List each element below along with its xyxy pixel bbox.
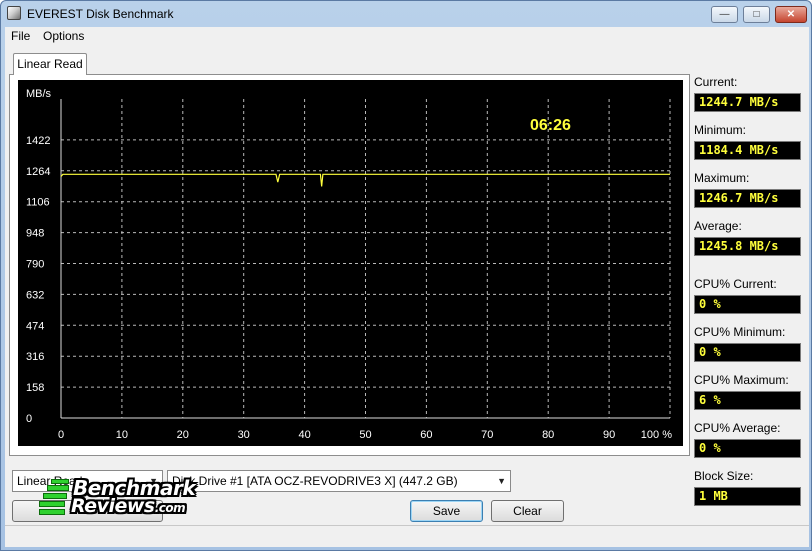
cpu-average-label: CPU% Average: bbox=[694, 421, 781, 435]
y-tick-label: 1264 bbox=[26, 166, 50, 178]
y-tick-label: 790 bbox=[26, 259, 44, 271]
cpu-minimum-label: CPU% Minimum: bbox=[694, 325, 786, 339]
save-button[interactable]: Save bbox=[410, 500, 483, 522]
chevron-down-icon: ▼ bbox=[497, 476, 506, 486]
average-label: Average: bbox=[694, 219, 742, 233]
minimum-label: Minimum: bbox=[694, 123, 747, 137]
client-area: File Options Linear Read MB/s 1422 1264 110… bbox=[5, 27, 809, 547]
y-tick-label: 948 bbox=[26, 228, 44, 240]
cpu-current-label: CPU% Current: bbox=[694, 277, 777, 291]
logo-text-dotcom: .com bbox=[154, 501, 186, 515]
minimize-button[interactable]: — bbox=[711, 6, 738, 23]
x-tick-label: 30 bbox=[238, 429, 250, 441]
y-tick-label: 632 bbox=[26, 289, 44, 301]
x-tick-label: 40 bbox=[298, 429, 310, 441]
logo-bars-icon bbox=[37, 479, 69, 517]
block-size-label: Block Size: bbox=[694, 469, 754, 483]
drive-select[interactable]: Disk Drive #1 [ATA OCZ-REVODRIVE3 X] (44… bbox=[167, 470, 511, 492]
menu-bar: File Options bbox=[5, 27, 809, 45]
tab-linear-read[interactable]: Linear Read bbox=[13, 53, 87, 75]
maximum-value: 1246.7 MB/s bbox=[694, 189, 801, 208]
window-title: EVEREST Disk Benchmark bbox=[27, 7, 174, 21]
app-window: EVEREST Disk Benchmark — □ ✕ File Option… bbox=[0, 0, 812, 551]
y-tick-label: 158 bbox=[26, 382, 44, 394]
logo-text-reviews: Reviews.com bbox=[71, 495, 186, 517]
x-tick-label: 0 bbox=[58, 429, 64, 441]
clear-button[interactable]: Clear bbox=[491, 500, 564, 522]
close-button[interactable]: ✕ bbox=[775, 6, 807, 23]
benchmark-reviews-logo: Benchmark Reviews.com bbox=[37, 473, 199, 521]
maximum-label: Maximum: bbox=[694, 171, 750, 185]
cpu-maximum-label: CPU% Maximum: bbox=[694, 373, 789, 387]
logo-text-reviews-word: Reviews bbox=[71, 495, 155, 517]
x-tick-label: 80 bbox=[542, 429, 554, 441]
benchmark-chart: MB/s 1422 1264 1106 948 790 632 474 316 158 0 0 10 20… bbox=[18, 80, 683, 446]
y-tick-label: 0 bbox=[26, 413, 32, 425]
x-tick-label: 20 bbox=[177, 429, 189, 441]
current-value: 1244.7 MB/s bbox=[694, 93, 801, 112]
y-tick-label: 316 bbox=[26, 351, 44, 363]
chart-svg: MB/s 1422 1264 1106 948 790 632 474 316 158 0 0 10 20… bbox=[26, 88, 672, 441]
y-tick-label: 1422 bbox=[26, 135, 50, 147]
minimum-value: 1184.4 MB/s bbox=[694, 141, 801, 160]
x-tick-label: 90 bbox=[603, 429, 615, 441]
x-tick-label: 100 % bbox=[641, 429, 672, 441]
menu-file[interactable]: File bbox=[11, 29, 30, 43]
x-tick-label: 50 bbox=[359, 429, 371, 441]
menu-options[interactable]: Options bbox=[43, 29, 84, 43]
drive-select-value: Disk Drive #1 [ATA OCZ-REVODRIVE3 X] (44… bbox=[172, 474, 458, 488]
cpu-minimum-value: 0 % bbox=[694, 343, 801, 362]
status-bar bbox=[5, 525, 809, 547]
x-tick-label: 60 bbox=[420, 429, 432, 441]
maximize-button[interactable]: □ bbox=[743, 6, 770, 23]
cpu-maximum-value: 6 % bbox=[694, 391, 801, 410]
cpu-current-value: 0 % bbox=[694, 295, 801, 314]
y-axis-label: MB/s bbox=[26, 88, 52, 100]
x-tick-label: 10 bbox=[116, 429, 128, 441]
title-bar: EVEREST Disk Benchmark — □ ✕ bbox=[1, 1, 811, 27]
cpu-average-value: 0 % bbox=[694, 439, 801, 458]
y-tick-label: 474 bbox=[26, 320, 44, 332]
elapsed-timer: 06:26 bbox=[530, 117, 571, 134]
average-value: 1245.8 MB/s bbox=[694, 237, 801, 256]
current-label: Current: bbox=[694, 75, 738, 89]
x-tick-label: 70 bbox=[481, 429, 493, 441]
app-icon bbox=[7, 6, 21, 20]
y-tick-label: 1106 bbox=[26, 197, 50, 209]
block-size-value: 1 MB bbox=[694, 487, 801, 506]
